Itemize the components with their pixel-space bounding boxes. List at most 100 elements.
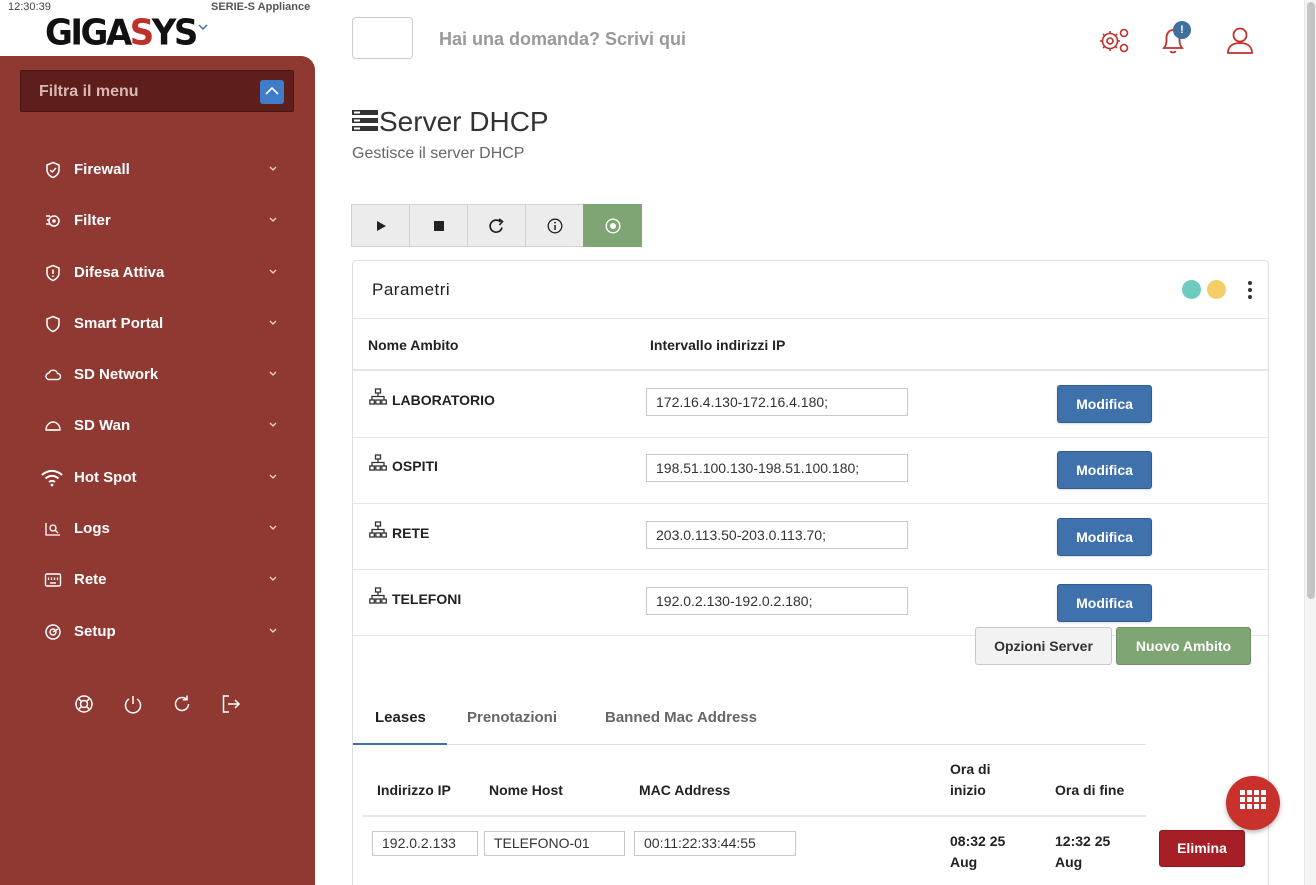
sidebar-item-rete[interactable]: Rete — [0, 560, 315, 600]
divider — [353, 318, 1268, 319]
scrollbar-thumb[interactable] — [1307, 2, 1315, 599]
lease-start-time: 08:32 25 Aug — [950, 831, 1005, 873]
ip-range-input[interactable]: 198.51.100.130-198.51.100.180; — [646, 454, 908, 482]
sidebar-item-difesa-attiva[interactable]: Difesa Attiva — [0, 253, 315, 293]
sidebar-item-sd-network[interactable]: SD Network — [0, 355, 315, 395]
tab-prenotazioni[interactable]: Prenotazioni — [467, 709, 557, 726]
sidebar-item-hot-spot[interactable]: Hot Spot — [0, 458, 315, 498]
apps-grid-button[interactable] — [1226, 776, 1280, 830]
sidebar-item-sd-wan[interactable]: SD Wan — [0, 406, 315, 446]
tab-leases[interactable]: Leases — [375, 709, 426, 726]
chevron-down-icon — [269, 474, 277, 479]
scope-row: OSPITI 198.51.100.130-198.51.100.180; Mo… — [353, 437, 1268, 503]
logout-icon[interactable] — [220, 693, 242, 715]
service-status-button[interactable] — [583, 204, 642, 247]
lease-end-time: 12:32 25 Aug — [1055, 831, 1110, 873]
edit-scope-button[interactable]: Modifica — [1057, 518, 1152, 556]
chevron-down-icon — [269, 525, 277, 530]
delete-lease-button[interactable]: Elimina — [1159, 830, 1245, 867]
stop-service-button[interactable] — [409, 204, 468, 247]
service-info-button[interactable] — [525, 204, 584, 247]
chevron-down-icon — [269, 576, 277, 581]
sitemap-icon — [369, 521, 387, 538]
more-vertical-icon[interactable] — [1247, 280, 1253, 300]
edit-scope-button[interactable]: Modifica — [1057, 385, 1152, 423]
cloud-outline-icon — [45, 421, 61, 431]
network-port-icon — [44, 573, 62, 587]
lease-end-line2: Aug — [1055, 854, 1083, 870]
refresh-icon[interactable] — [171, 693, 193, 715]
sidebar-item-setup[interactable]: Setup — [0, 612, 315, 652]
collapse-menu-button[interactable] — [260, 80, 284, 104]
tabs-baseline — [353, 744, 1146, 745]
lease-header-start-line1: Ora di — [950, 761, 991, 777]
gigasys-logo[interactable]: GIGASYS — [45, 12, 199, 54]
panel-title: Parametri — [372, 280, 451, 299]
tab-banned-mac-address[interactable]: Banned Mac Address — [605, 709, 757, 726]
sidebar-item-filter[interactable]: Filter — [0, 201, 315, 241]
edit-scope-button[interactable]: Modifica — [1057, 584, 1152, 622]
chevron-down-icon[interactable] — [198, 22, 208, 32]
restart-service-button[interactable] — [467, 204, 526, 247]
user-icon[interactable] — [1223, 24, 1257, 56]
appliance-label: SERIE-S Appliance — [211, 1, 311, 13]
cloud-icon — [45, 369, 62, 381]
scope-name: LABORATORIO — [392, 392, 495, 408]
sidebar-item-label: Logs — [74, 520, 110, 537]
scope-name: RETE — [392, 525, 430, 541]
page-scrollbar[interactable] — [1304, 0, 1316, 885]
ip-range-input[interactable]: 192.0.2.130-192.0.2.180; — [646, 587, 908, 615]
scope-row: RETE 203.0.113.50-203.0.113.70; Modifica — [353, 504, 1268, 570]
chevron-down-icon — [269, 422, 277, 427]
power-icon[interactable] — [122, 693, 144, 715]
start-service-button[interactable] — [351, 204, 410, 247]
sidebar-item-firewall[interactable]: Firewall — [0, 150, 315, 190]
scope-name: TELEFONI — [392, 591, 462, 607]
service-control-toolbar — [351, 204, 642, 248]
lease-ip-field[interactable]: 192.0.2.133 — [372, 831, 478, 856]
scope-row: LABORATORIO 172.16.4.130-172.16.4.180; M… — [353, 371, 1268, 437]
server-options-button[interactable]: Opzioni Server — [975, 627, 1112, 665]
new-scope-button[interactable]: Nuovo Ambito — [1116, 627, 1251, 665]
ask-question-input[interactable]: Hai una domanda? Scrivi qui — [439, 29, 686, 50]
lease-header-host: Nome Host — [489, 782, 563, 798]
stop-icon — [433, 220, 444, 231]
chevron-down-icon — [269, 628, 277, 633]
sitemap-icon — [369, 587, 387, 604]
edit-scope-button[interactable]: Modifica — [1057, 451, 1152, 489]
header-square-button[interactable] — [352, 17, 413, 59]
lease-mac-field[interactable]: 00:11:22:33:44:55 — [634, 831, 796, 856]
ip-range-input[interactable]: 172.16.4.130-172.16.4.180; — [646, 388, 908, 416]
lease-header-start-line2: inizio — [950, 782, 986, 798]
menu-filter-input[interactable]: Filtra il menu — [20, 70, 294, 112]
sidebar-item-label: Firewall — [74, 161, 130, 178]
divider — [363, 815, 1146, 817]
sidebar-item-logs[interactable]: Logs — [0, 509, 315, 549]
settings-gears-icon[interactable] — [1097, 24, 1131, 56]
column-header-scope-name: Nome Ambito — [368, 337, 459, 353]
status-dot-yellow — [1207, 280, 1226, 299]
grid-icon — [1240, 790, 1266, 809]
lease-header-end: Ora di fine — [1055, 782, 1125, 798]
log-search-icon — [45, 523, 60, 536]
sidebar: Filtra il menu Firewall Filter Difesa At… — [0, 56, 315, 885]
lifebuoy-icon[interactable] — [73, 693, 95, 715]
sitemap-icon — [369, 454, 387, 471]
lease-start-line1: 08:32 25 — [950, 833, 1006, 849]
page-title: Server DHCP — [379, 106, 549, 137]
record-icon — [604, 217, 621, 234]
parameters-panel: Parametri Nome Ambito Intervallo indiriz… — [352, 260, 1269, 885]
play-icon — [376, 220, 386, 231]
lease-end-line1: 12:32 25 — [1055, 833, 1111, 849]
chevron-down-icon — [269, 269, 277, 274]
chevron-down-icon — [269, 217, 277, 222]
logo-text-right: YS — [151, 12, 199, 54]
sidebar-item-smart-portal[interactable]: Smart Portal — [0, 304, 315, 344]
chevron-up-icon — [265, 86, 279, 95]
ip-range-input[interactable]: 203.0.113.50-203.0.113.70; — [646, 521, 908, 549]
sitemap-icon — [369, 388, 387, 405]
scope-name: OSPITI — [392, 458, 438, 474]
lease-host-field[interactable]: TELEFONO-01 — [484, 831, 625, 856]
redo-icon — [488, 217, 504, 233]
chevron-down-icon — [269, 371, 277, 376]
